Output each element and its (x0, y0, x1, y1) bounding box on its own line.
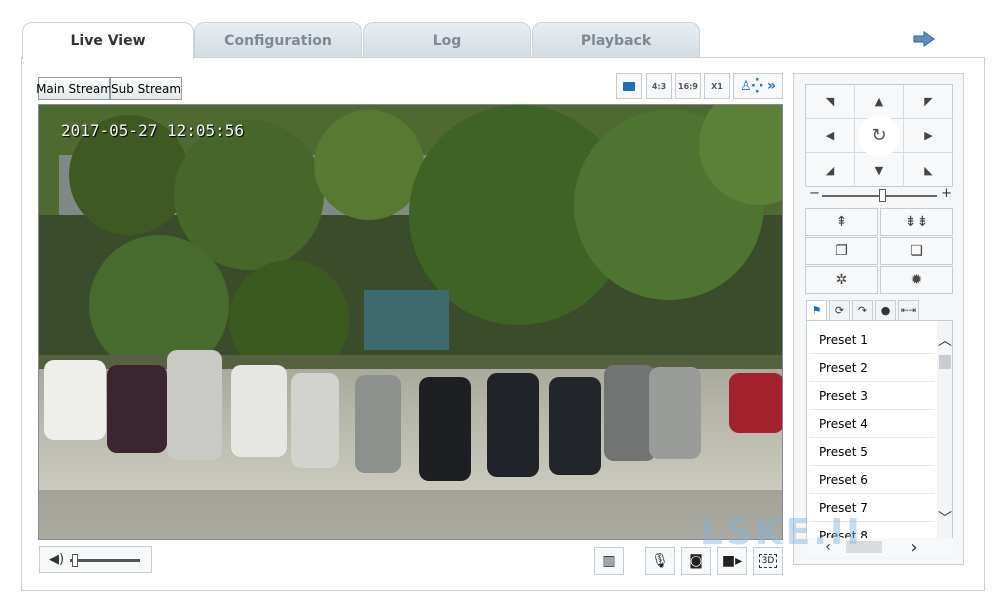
window-layout-icon (623, 81, 635, 91)
tab-live-view[interactable]: Live View (22, 22, 194, 59)
microphone-button[interactable]: 🎙 (645, 547, 675, 575)
scroll-down-icon[interactable]: ﹀ (937, 511, 952, 527)
ptz-up-button[interactable]: ▲ (855, 85, 904, 119)
iris-open-icon: ✲ (835, 272, 848, 288)
volume-slider-thumb[interactable] (72, 554, 79, 567)
scroll-right-icon[interactable]: › (906, 537, 922, 558)
logout-icon[interactable] (912, 30, 936, 48)
wiper-icon: ⇤⇥ (900, 305, 917, 316)
scrollbar-thumb[interactable] (939, 355, 951, 369)
speaker-icon: ◀) (49, 552, 65, 567)
volume-control[interactable]: ◀) (39, 546, 152, 573)
ptz-right-button[interactable]: ▶ (904, 119, 953, 153)
ptz-auto-button[interactable]: ↻ (855, 114, 904, 157)
iris-close-button[interactable]: ✹ (880, 266, 953, 294)
list-item[interactable]: Preset 2 (809, 354, 935, 382)
filmstrip-button[interactable]: ▥ (594, 547, 624, 575)
ptz-up-right-button[interactable]: ◤ (904, 85, 953, 119)
speed-minus: − (809, 186, 820, 201)
focus-far-button[interactable]: ❏ (880, 237, 953, 265)
tab-wiper[interactable]: ⇤⇥ (898, 300, 919, 321)
ptz-down-right-button[interactable]: ◣ (904, 153, 953, 187)
zoom-out-button[interactable]: ⇟⇟ (880, 208, 953, 236)
tab-preset[interactable]: ⚑ (806, 300, 827, 321)
ptz-direction-pad: ◥ ▲ ◤ ◀ ↻ ▶ ◢ ▼ ◣ (805, 84, 953, 187)
tab-pattern[interactable]: ↷ (852, 300, 873, 321)
live-video[interactable]: 2017-05-27 12:05:56 (38, 104, 783, 540)
pattern-icon: ↷ (857, 304, 868, 317)
tab-patrol[interactable]: ⟳ (829, 300, 850, 321)
video-record-icon: ■▸ (721, 553, 743, 569)
preset-scrollbar[interactable]: ︿ ﹀ (937, 321, 952, 539)
tab-playback[interactable]: Playback (532, 22, 700, 58)
list-item[interactable]: Preset 4 (809, 410, 935, 438)
filmstrip-icon: ▥ (602, 553, 616, 569)
flag-icon: ⚑ (811, 304, 822, 317)
list-item[interactable]: Preset 5 (809, 438, 935, 466)
ptz-up-left-button[interactable]: ◥ (806, 85, 855, 119)
ptz-left-button[interactable]: ◀ (806, 119, 855, 153)
main-stream-button[interactable]: Main Stream (36, 77, 112, 100)
patrol-icon: ⟳ (834, 304, 845, 317)
iris-close-icon: ✹ (910, 272, 923, 288)
speed-slider-thumb[interactable] (878, 189, 886, 202)
expand-icon: » (766, 78, 777, 94)
speed-plus: + (941, 186, 952, 201)
tab-light[interactable]: ● (875, 300, 896, 321)
window-layout-button[interactable] (616, 73, 642, 99)
tree-small-icon: ⇞ (835, 214, 848, 230)
scroll-up-icon[interactable]: ︿ (937, 333, 952, 349)
scale-x1-button[interactable]: X1 (704, 73, 730, 99)
list-item[interactable]: Preset 6 (809, 466, 935, 494)
video-timestamp: 2017-05-27 12:05:56 (61, 121, 245, 140)
auto-rotate-icon: ↻ (858, 114, 900, 157)
ptz-down-button[interactable]: ▼ (855, 153, 904, 187)
focus-near-icon: ❐ (835, 243, 848, 259)
ratio-4-3-button[interactable]: 4:3 (646, 73, 672, 99)
tab-configuration[interactable]: Configuration (194, 22, 362, 58)
ptz-menu-icon: ♙⁛ (739, 78, 763, 94)
light-icon: ● (880, 304, 891, 317)
watermark: LSKE.II (700, 512, 863, 553)
3d-zoom-icon: 3D (758, 554, 778, 568)
ratio-16-9-button[interactable]: 16:9 (675, 73, 701, 99)
focus-far-icon: ❏ (910, 243, 923, 259)
focus-near-button[interactable]: ❐ (805, 237, 878, 265)
zoom-in-button[interactable]: ⇞ (805, 208, 878, 236)
microphone-icon: 🎙 (651, 553, 669, 569)
camera-image (39, 105, 782, 539)
ptz-down-left-button[interactable]: ◢ (806, 153, 855, 187)
preset-list: Preset 1 Preset 2 Preset 3 Preset 4 Pres… (806, 320, 953, 540)
camera-icon: ◙ (689, 553, 703, 569)
volume-track (70, 559, 140, 562)
list-item[interactable]: Preset 3 (809, 382, 935, 410)
tab-log[interactable]: Log (363, 22, 531, 58)
ptz-speed-slider[interactable]: − + (806, 186, 953, 204)
tree-group-icon: ⇟⇟ (904, 214, 929, 230)
sub-stream-button[interactable]: Sub Stream (110, 77, 182, 100)
list-item[interactable]: Preset 1 (809, 326, 935, 354)
iris-open-button[interactable]: ✲ (805, 266, 878, 294)
expand-toolbar-button[interactable]: ♙⁛ » (733, 73, 783, 99)
